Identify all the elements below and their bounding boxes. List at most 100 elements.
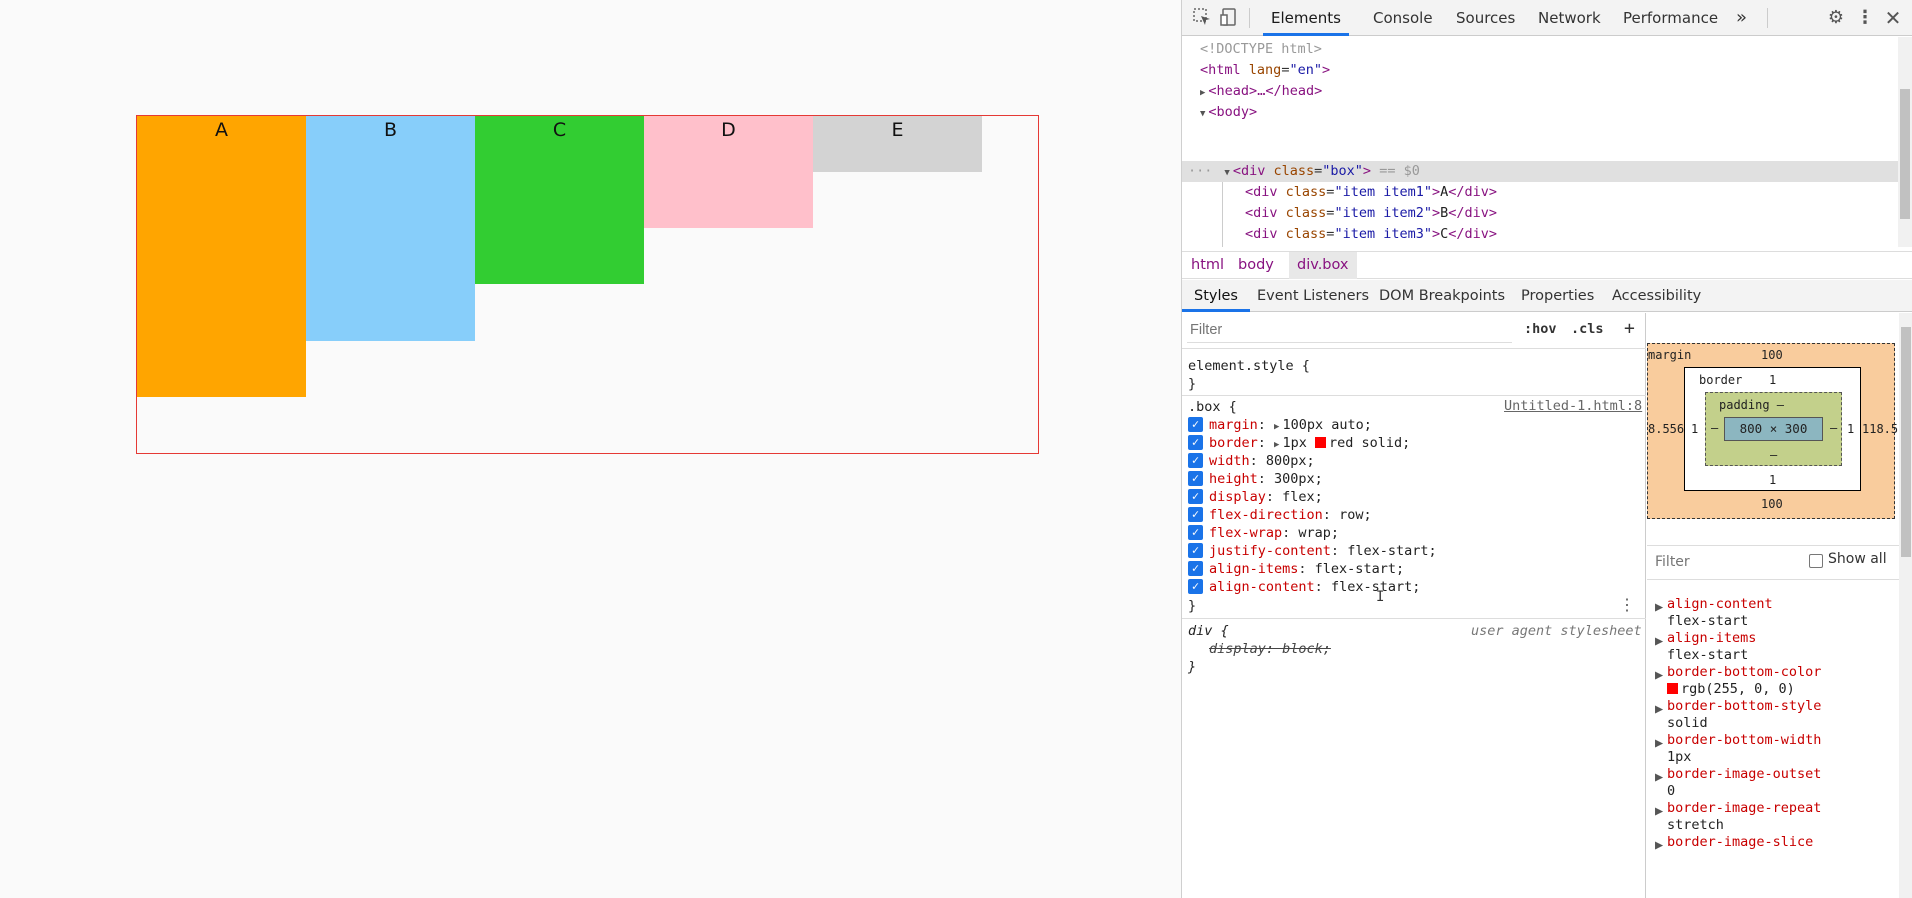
border-left-value[interactable]: 1: [1691, 422, 1698, 436]
show-all-checkbox[interactable]: [1809, 554, 1823, 568]
expand-triangle-icon[interactable]: ▶: [1655, 837, 1663, 853]
close-icon[interactable]: ✕: [1882, 7, 1904, 29]
computed-scrollbar[interactable]: [1899, 313, 1912, 898]
device-toggle-icon[interactable]: [1218, 7, 1240, 29]
computed-name-align-items[interactable]: align-items: [1667, 630, 1756, 646]
margin-top-value[interactable]: 100: [1761, 348, 1783, 362]
expand-triangle-icon[interactable]: ▶: [1655, 633, 1663, 649]
breadcrumb-html[interactable]: html: [1191, 252, 1224, 279]
rule-menu-icon[interactable]: ⋮: [1619, 595, 1635, 614]
property-checkbox[interactable]: ✓: [1188, 561, 1203, 576]
expand-triangle-icon[interactable]: ▶: [1274, 422, 1279, 432]
css-property-border[interactable]: border: ▶ 1px red solid;: [1209, 434, 1410, 452]
tab-event-listeners[interactable]: Event Listeners: [1257, 280, 1369, 312]
dom-child-item4[interactable]: <div class="item item4">D</div>: [1245, 245, 1497, 247]
kebab-menu-icon[interactable]: ⋮: [1854, 7, 1876, 29]
tab-accessibility[interactable]: Accessibility: [1612, 280, 1701, 312]
dom-child-item2[interactable]: <div class="item item2">B</div>: [1245, 203, 1497, 224]
css-property-justify-content[interactable]: justify-content: flex-start;: [1209, 542, 1437, 560]
css-property-display[interactable]: display: flex;: [1209, 488, 1323, 506]
selected-div-box-node[interactable]: ··· ▼ <div class="box"> == $0: [1188, 161, 1420, 182]
padding-right-value[interactable]: –: [1830, 421, 1837, 435]
inspect-icon[interactable]: [1191, 7, 1213, 29]
padding-bottom-value[interactable]: –: [1770, 448, 1777, 462]
tab-sources[interactable]: Sources: [1456, 0, 1515, 36]
dom-tree-scrollbar[interactable]: [1898, 37, 1912, 247]
body-node[interactable]: ▼ <body>: [1200, 102, 1257, 123]
expand-triangle-icon[interactable]: ▶: [1655, 735, 1663, 751]
computed-name-border-bottom-style[interactable]: border-bottom-style: [1667, 698, 1821, 714]
computed-filter-input[interactable]: [1655, 551, 1805, 573]
dom-child-item1[interactable]: <div class="item item1">A</div>: [1245, 182, 1497, 203]
settings-icon[interactable]: ⚙: [1825, 7, 1847, 29]
color-swatch[interactable]: [1315, 437, 1326, 448]
property-checkbox[interactable]: ✓: [1188, 435, 1203, 450]
border-bottom-value[interactable]: 1: [1769, 473, 1776, 487]
tab-properties[interactable]: Properties: [1521, 280, 1594, 312]
property-checkbox[interactable]: ✓: [1188, 579, 1203, 594]
css-property-align-content[interactable]: align-content: flex-start;: [1209, 578, 1420, 596]
breadcrumb-body[interactable]: body: [1238, 252, 1274, 279]
tab-elements[interactable]: Elements: [1263, 0, 1349, 36]
computed-name-border-image-repeat[interactable]: border-image-repeat: [1667, 800, 1821, 816]
css-property-align-items[interactable]: align-items: flex-start;: [1209, 560, 1404, 578]
property-checkbox[interactable]: ✓: [1188, 471, 1203, 486]
scrollbar-thumb[interactable]: [1901, 327, 1911, 557]
property-checkbox[interactable]: ✓: [1188, 417, 1203, 432]
tab-styles[interactable]: Styles: [1182, 280, 1250, 312]
property-checkbox[interactable]: ✓: [1188, 507, 1203, 522]
tab-performance[interactable]: Performance: [1623, 0, 1718, 36]
property-checkbox[interactable]: ✓: [1188, 453, 1203, 468]
class-toggle[interactable]: .cls: [1571, 318, 1604, 340]
computed-name-border-bottom-width[interactable]: border-bottom-width: [1667, 732, 1821, 748]
css-property-width[interactable]: width: 800px;: [1209, 452, 1315, 470]
hover-state-toggle[interactable]: :hov: [1524, 318, 1557, 340]
expand-triangle-icon[interactable]: ▶: [1200, 88, 1205, 98]
computed-name-border-image-outset[interactable]: border-image-outset: [1667, 766, 1821, 782]
expand-triangle-icon[interactable]: ▶: [1274, 440, 1279, 450]
css-property-flex-direction[interactable]: flex-direction: row;: [1209, 506, 1372, 524]
element-style-selector[interactable]: element.style {: [1188, 357, 1310, 375]
source-link[interactable]: Untitled-1.html:8: [1504, 398, 1642, 414]
more-tabs-chevron-icon[interactable]: »: [1736, 0, 1747, 36]
computed-name-border-bottom-color[interactable]: border-bottom-color: [1667, 664, 1821, 680]
expand-triangle-icon[interactable]: ▶: [1655, 803, 1663, 819]
border-right-value[interactable]: 1: [1847, 422, 1854, 436]
scrollbar-thumb[interactable]: [1900, 89, 1910, 219]
property-checkbox[interactable]: ✓: [1188, 489, 1203, 504]
padding-left-value[interactable]: –: [1711, 421, 1718, 435]
doctype-node[interactable]: <!DOCTYPE html>: [1200, 39, 1322, 60]
margin-left-value[interactable]: 8.556: [1648, 422, 1684, 436]
box-rule-selector[interactable]: .box {: [1188, 398, 1237, 416]
ua-rule-selector[interactable]: div {: [1188, 622, 1229, 640]
show-all-label[interactable]: Show all: [1828, 551, 1887, 567]
css-property-flex-wrap[interactable]: flex-wrap: wrap;: [1209, 524, 1339, 542]
tab-console[interactable]: Console: [1373, 0, 1433, 36]
tab-dom-breakpoints[interactable]: DOM Breakpoints: [1379, 280, 1505, 312]
html-node[interactable]: <html lang="en">: [1200, 60, 1330, 81]
expand-triangle-icon[interactable]: ▶: [1655, 667, 1663, 683]
collapse-triangle-icon[interactable]: ▼: [1200, 109, 1205, 119]
ua-overridden-property[interactable]: display: block;: [1209, 640, 1331, 658]
margin-right-value[interactable]: 118.5: [1862, 422, 1898, 436]
collapse-triangle-icon[interactable]: ▼: [1224, 168, 1229, 178]
expand-triangle-icon[interactable]: ▶: [1655, 769, 1663, 785]
css-property-height[interactable]: height: 300px;: [1209, 470, 1323, 488]
styles-filter-input[interactable]: [1190, 318, 1510, 342]
property-checkbox[interactable]: ✓: [1188, 525, 1203, 540]
dom-child-item3[interactable]: <div class="item item3">C</div>: [1245, 224, 1497, 245]
css-property-margin[interactable]: margin: ▶ 100px auto;: [1209, 416, 1372, 434]
add-rule-button[interactable]: +: [1624, 318, 1635, 340]
margin-bottom-value[interactable]: 100: [1761, 497, 1783, 511]
expand-triangle-icon[interactable]: ▶: [1655, 701, 1663, 717]
border-top-value[interactable]: 1: [1769, 373, 1776, 387]
tab-network[interactable]: Network: [1538, 0, 1601, 36]
computed-name-border-image-slice[interactable]: border-image-slice: [1667, 834, 1813, 850]
computed-name-align-content[interactable]: align-content: [1667, 596, 1773, 612]
expand-triangle-icon[interactable]: ▶: [1655, 599, 1663, 615]
head-node[interactable]: ▶ <head>…</head>: [1200, 81, 1322, 102]
property-checkbox[interactable]: ✓: [1188, 543, 1203, 558]
color-swatch[interactable]: [1667, 683, 1678, 694]
content-box[interactable]: 800 × 300: [1724, 417, 1823, 441]
breadcrumb-div-box[interactable]: div.box: [1289, 252, 1357, 279]
